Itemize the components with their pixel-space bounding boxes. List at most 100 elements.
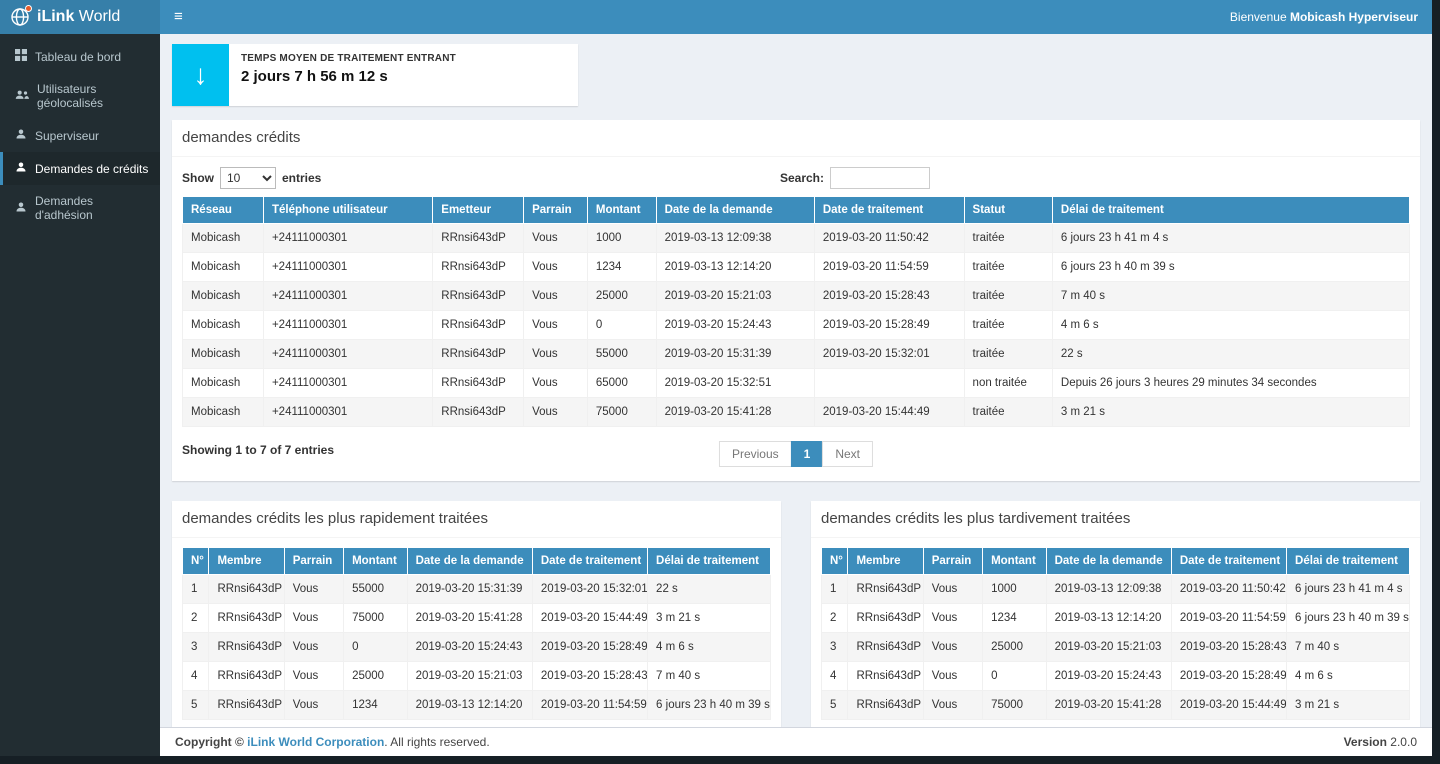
table-cell: 2019-03-20 15:31:39 [656, 340, 814, 369]
table-cell: 2019-03-20 11:54:59 [1171, 604, 1286, 633]
table-cell: 2019-03-20 15:32:51 [656, 369, 814, 398]
table-cell: RRnsi643dP [209, 604, 284, 633]
table-cell: 2019-03-20 11:54:59 [814, 253, 964, 282]
table-cell: 2 [183, 604, 209, 633]
column-header[interactable]: Délai de traitement [1052, 197, 1409, 224]
table-cell: 4 m 6 s [1287, 662, 1410, 691]
column-header[interactable]: Montant [983, 548, 1047, 575]
table-cell: 22 s [1052, 340, 1409, 369]
table-cell: 6 jours 23 h 41 m 4 s [1287, 575, 1410, 604]
column-header[interactable]: Délai de traitement [1287, 548, 1410, 575]
table-cell: RRnsi643dP [848, 691, 923, 720]
sidebar-item-label: Superviseur [35, 129, 99, 143]
table-cell: RRnsi643dP [433, 311, 524, 340]
app-logo[interactable]: iLink World [0, 0, 160, 34]
copyright-text: Copyright © iLink World Corporation. All… [175, 735, 490, 749]
column-header[interactable]: Réseau [183, 197, 264, 224]
search-input[interactable] [830, 167, 930, 189]
table-cell: +24111000301 [263, 282, 432, 311]
company-link[interactable]: iLink World Corporation [247, 735, 384, 749]
table-cell: +24111000301 [263, 369, 432, 398]
column-header[interactable]: Emetteur [433, 197, 524, 224]
table-cell: RRnsi643dP [209, 691, 284, 720]
previous-page-button[interactable]: Previous [719, 441, 792, 467]
sidebar-item-demandes-adhesion[interactable]: Demandes d'adhésion [0, 185, 160, 231]
infobox-label: TEMPS MOYEN DE TRAITEMENT ENTRANT [241, 53, 456, 64]
page-1-button[interactable]: 1 [791, 441, 824, 467]
table-cell: 2019-03-20 11:50:42 [1171, 575, 1286, 604]
table-cell: 2019-03-20 15:21:03 [407, 662, 532, 691]
table-cell: traitée [964, 224, 1052, 253]
column-header[interactable]: Date de la demande [1046, 548, 1171, 575]
table-cell: 2019-03-13 12:14:20 [407, 691, 532, 720]
page-length-select[interactable]: 10 [220, 167, 276, 189]
column-header[interactable]: Date de la demande [656, 197, 814, 224]
sidebar-item-label: Demandes de crédits [35, 162, 148, 176]
content-area: ↓ TEMPS MOYEN DE TRAITEMENT ENTRANT 2 jo… [160, 34, 1432, 727]
sidebar-item-demandes-de-credits[interactable]: Demandes de crédits [0, 152, 160, 185]
column-header[interactable]: Parrain [284, 548, 343, 575]
sidebar: Tableau de bord Utilisateurs géolocalisé… [0, 34, 160, 756]
table-cell: Mobicash [183, 369, 264, 398]
table-cell: 75000 [983, 691, 1047, 720]
column-header[interactable]: Membre [209, 548, 284, 575]
column-header[interactable]: Montant [587, 197, 656, 224]
table-cell: 3 m 21 s [648, 604, 771, 633]
column-header[interactable]: Membre [848, 548, 923, 575]
column-header[interactable]: Téléphone utilisateur [263, 197, 432, 224]
next-page-button[interactable]: Next [822, 441, 873, 467]
dashboard-icon [15, 49, 27, 64]
table-cell: RRnsi643dP [848, 604, 923, 633]
table-cell: 7 m 40 s [1287, 633, 1410, 662]
column-header[interactable]: Date de traitement [1171, 548, 1286, 575]
table-row: 5RRnsi643dPVous12342019-03-13 12:14:2020… [183, 691, 771, 720]
column-header[interactable]: N° [183, 548, 209, 575]
table-row: Mobicash+24111000301RRnsi643dPVous250002… [183, 282, 1410, 311]
table-cell: 55000 [587, 340, 656, 369]
column-header[interactable]: Parrain [524, 197, 588, 224]
column-header[interactable]: Date de traitement [814, 197, 964, 224]
table-cell: 3 [822, 633, 848, 662]
column-header[interactable]: Délai de traitement [648, 548, 771, 575]
table-cell: traitée [964, 282, 1052, 311]
table-cell: 75000 [587, 398, 656, 427]
table-cell [814, 369, 964, 398]
column-header[interactable]: Date de la demande [407, 548, 532, 575]
table-cell: Vous [923, 691, 982, 720]
table-cell: 25000 [587, 282, 656, 311]
infobox-value: 2 jours 7 h 56 m 12 s [241, 68, 456, 85]
table-cell: +24111000301 [263, 224, 432, 253]
column-header[interactable]: Parrain [923, 548, 982, 575]
column-header[interactable]: N° [822, 548, 848, 575]
column-header[interactable]: Statut [964, 197, 1052, 224]
sidebar-item-utilisateurs-geolocalises[interactable]: Utilisateurs géolocalisés [0, 73, 160, 119]
table-cell: Mobicash [183, 224, 264, 253]
avg-processing-time-infobox: ↓ TEMPS MOYEN DE TRAITEMENT ENTRANT 2 jo… [172, 44, 578, 106]
table-cell: 5 [183, 691, 209, 720]
column-header[interactable]: Montant [344, 548, 408, 575]
globe-icon [10, 7, 30, 27]
users-location-icon [15, 89, 29, 104]
table-cell: RRnsi643dP [433, 282, 524, 311]
sidebar-item-tableau-de-bord[interactable]: Tableau de bord [0, 40, 160, 73]
arrow-down-icon: ↓ [172, 44, 229, 106]
table-row: 3RRnsi643dPVous02019-03-20 15:24:432019-… [183, 633, 771, 662]
sidebar-item-superviseur[interactable]: Superviseur [0, 119, 160, 152]
table-cell: RRnsi643dP [848, 662, 923, 691]
logo-text: iLink World [37, 8, 120, 26]
sidebar-toggle-button[interactable]: ≡ [160, 0, 197, 34]
table-cell: 2019-03-20 15:28:43 [532, 662, 647, 691]
table-cell: 3 [183, 633, 209, 662]
page-length-control: Show 10 entries [182, 167, 321, 189]
table-cell: 2019-03-20 11:54:59 [532, 691, 647, 720]
table-cell: Vous [524, 369, 588, 398]
table-cell: 2019-03-20 15:41:28 [1046, 691, 1171, 720]
table-cell: 2 [822, 604, 848, 633]
table-cell: 0 [587, 311, 656, 340]
column-header[interactable]: Date de traitement [532, 548, 647, 575]
table-row: 4RRnsi643dPVous02019-03-20 15:24:432019-… [822, 662, 1410, 691]
pagination: Previous 1 Next [719, 441, 873, 467]
table-cell: 2019-03-20 15:28:49 [532, 633, 647, 662]
sidebar-item-label: Utilisateurs géolocalisés [37, 82, 150, 110]
table-cell: Mobicash [183, 398, 264, 427]
